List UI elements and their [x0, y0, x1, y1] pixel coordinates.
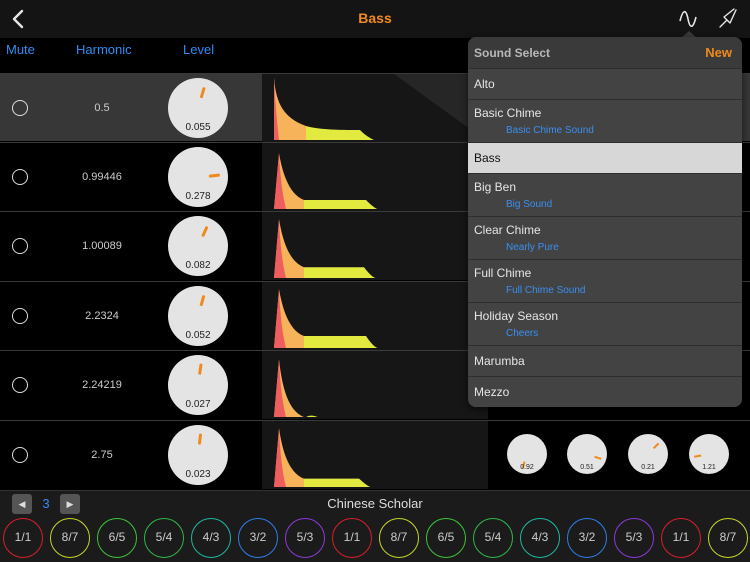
small-knob-value: 0.92: [520, 464, 534, 471]
level-value: 0.027: [185, 399, 211, 410]
level-column-header: Level: [183, 42, 215, 57]
mute-toggle[interactable]: [12, 169, 28, 185]
level-knob[interactable]: 0.082: [168, 216, 228, 276]
knob-indicator: [208, 173, 221, 178]
mute-toggle[interactable]: [12, 447, 28, 463]
harmonic-value: 2.75: [91, 449, 113, 461]
knob-indicator: [594, 455, 602, 460]
knob-indicator: [199, 86, 206, 99]
ratio-button[interactable]: 1/1: [3, 518, 43, 558]
ratio-button[interactable]: 8/7: [708, 518, 748, 558]
sound-item[interactable]: Full Chime Full Chime Sound: [468, 259, 742, 302]
ratio-button[interactable]: 6/5: [426, 518, 466, 558]
nav-bar: Bass: [0, 0, 750, 38]
mute-toggle[interactable]: [12, 238, 28, 254]
sound-item-name: Mezzo: [474, 385, 510, 399]
sound-item-description: Full Chime Sound: [506, 285, 586, 296]
sound-item-description: Basic Chime Sound: [506, 125, 594, 136]
ratio-button[interactable]: 6/5: [97, 518, 137, 558]
page-title: Bass: [358, 10, 392, 26]
sound-item[interactable]: Alto: [468, 68, 742, 99]
popover-title: Sound Select: [474, 46, 551, 60]
small-knob-value: 0.51: [580, 464, 594, 471]
mute-toggle[interactable]: [12, 100, 28, 116]
sound-item-name: Big Ben: [474, 180, 517, 194]
ratio-button[interactable]: 1/1: [661, 518, 701, 558]
ratio-button[interactable]: 1/1: [332, 518, 372, 558]
sound-item[interactable]: Big Ben Big Sound: [468, 173, 742, 216]
sound-item-name: Full Chime: [474, 266, 532, 280]
harmonic-value: 1.00089: [82, 240, 122, 252]
level-value: 0.052: [185, 330, 211, 341]
level-knob[interactable]: 0.023: [168, 425, 228, 485]
envelope-graph[interactable]: [262, 351, 488, 419]
level-knob[interactable]: 0.278: [168, 147, 228, 207]
knob-indicator: [694, 454, 702, 458]
tuning-fork-icon[interactable]: [716, 6, 740, 30]
harmonic-column-header: Harmonic: [76, 42, 132, 57]
ratio-button[interactable]: 4/3: [191, 518, 231, 558]
sound-item[interactable]: Clear Chime Nearly Pure: [468, 216, 742, 259]
knob-indicator: [197, 433, 203, 445]
sound-item-description: Big Sound: [506, 199, 553, 210]
small-knob[interactable]: 1.21: [689, 434, 729, 474]
harmonic-value: 0.5: [94, 102, 110, 114]
ratio-button[interactable]: 5/4: [473, 518, 513, 558]
sound-select-popover: Sound Select New Alto Basic Chime Basic Ch…: [468, 37, 742, 407]
level-knob[interactable]: 0.055: [168, 78, 228, 138]
waveform-icon[interactable]: [676, 7, 700, 31]
ratio-button[interactable]: 5/4: [144, 518, 184, 558]
sound-item-name: Marumba: [474, 354, 525, 368]
sound-item[interactable]: Holiday Season Cheers: [468, 302, 742, 345]
knob-indicator: [199, 294, 206, 307]
ratio-button[interactable]: 3/2: [238, 518, 278, 558]
level-value: 0.055: [185, 122, 211, 133]
sound-item-name: Holiday Season: [474, 309, 559, 323]
sound-item-name: Clear Chime: [474, 223, 541, 237]
envelope-graph[interactable]: [262, 212, 488, 280]
small-knob[interactable]: 0.92: [507, 434, 547, 474]
harmonic-value: 2.24219: [82, 379, 122, 391]
mute-toggle[interactable]: [12, 308, 28, 324]
harmonic-value: 0.99446: [82, 171, 122, 183]
level-knob[interactable]: 0.052: [168, 286, 228, 346]
level-knob[interactable]: 0.027: [168, 355, 228, 415]
ratio-button[interactable]: 8/7: [379, 518, 419, 558]
knob-indicator: [198, 363, 203, 375]
sound-item-description: Cheers: [506, 328, 539, 339]
sound-item-name: Bass: [474, 151, 501, 165]
mute-column-header: Mute: [6, 42, 35, 57]
level-value: 0.082: [185, 260, 211, 271]
knob-indicator: [201, 225, 209, 238]
small-knob[interactable]: 0.51: [567, 434, 607, 474]
small-knob-value: 1.21: [702, 464, 716, 471]
ratio-button[interactable]: 8/7: [50, 518, 90, 558]
sound-item[interactable]: Mezzo: [468, 376, 742, 407]
sound-item-name: Basic Chime: [474, 106, 542, 120]
level-value: 0.023: [185, 469, 211, 480]
level-value: 0.278: [185, 191, 211, 202]
envelope-graph[interactable]: [262, 282, 488, 350]
ratio-button[interactable]: 5/3: [285, 518, 325, 558]
harmonic-value: 2.2324: [85, 310, 119, 322]
sound-list: Alto Basic Chime Basic Chime Sound Bass Big …: [468, 68, 742, 407]
sound-item-description: Nearly Pure: [506, 242, 559, 253]
mute-toggle[interactable]: [12, 377, 28, 393]
sound-item[interactable]: Marumba: [468, 345, 742, 376]
sound-item[interactable]: Basic Chime Basic Chime Sound: [468, 99, 742, 142]
new-sound-button[interactable]: New: [705, 45, 732, 60]
small-knob[interactable]: 0.21: [628, 434, 668, 474]
small-knob-value: 0.21: [641, 464, 655, 471]
popover-header: Sound Select New: [468, 37, 742, 68]
envelope-graph[interactable]: [262, 143, 488, 211]
sound-item-name: Alto: [474, 77, 495, 91]
ratio-button[interactable]: 4/3: [520, 518, 560, 558]
scale-name: Chinese Scholar: [327, 496, 423, 511]
knob-indicator: [652, 442, 660, 450]
envelope-graph[interactable]: [262, 421, 488, 489]
envelope-graph[interactable]: [262, 74, 488, 142]
ratio-button[interactable]: 3/2: [567, 518, 607, 558]
ratio-button[interactable]: 5/3: [614, 518, 654, 558]
sound-item[interactable]: Bass: [468, 142, 742, 173]
